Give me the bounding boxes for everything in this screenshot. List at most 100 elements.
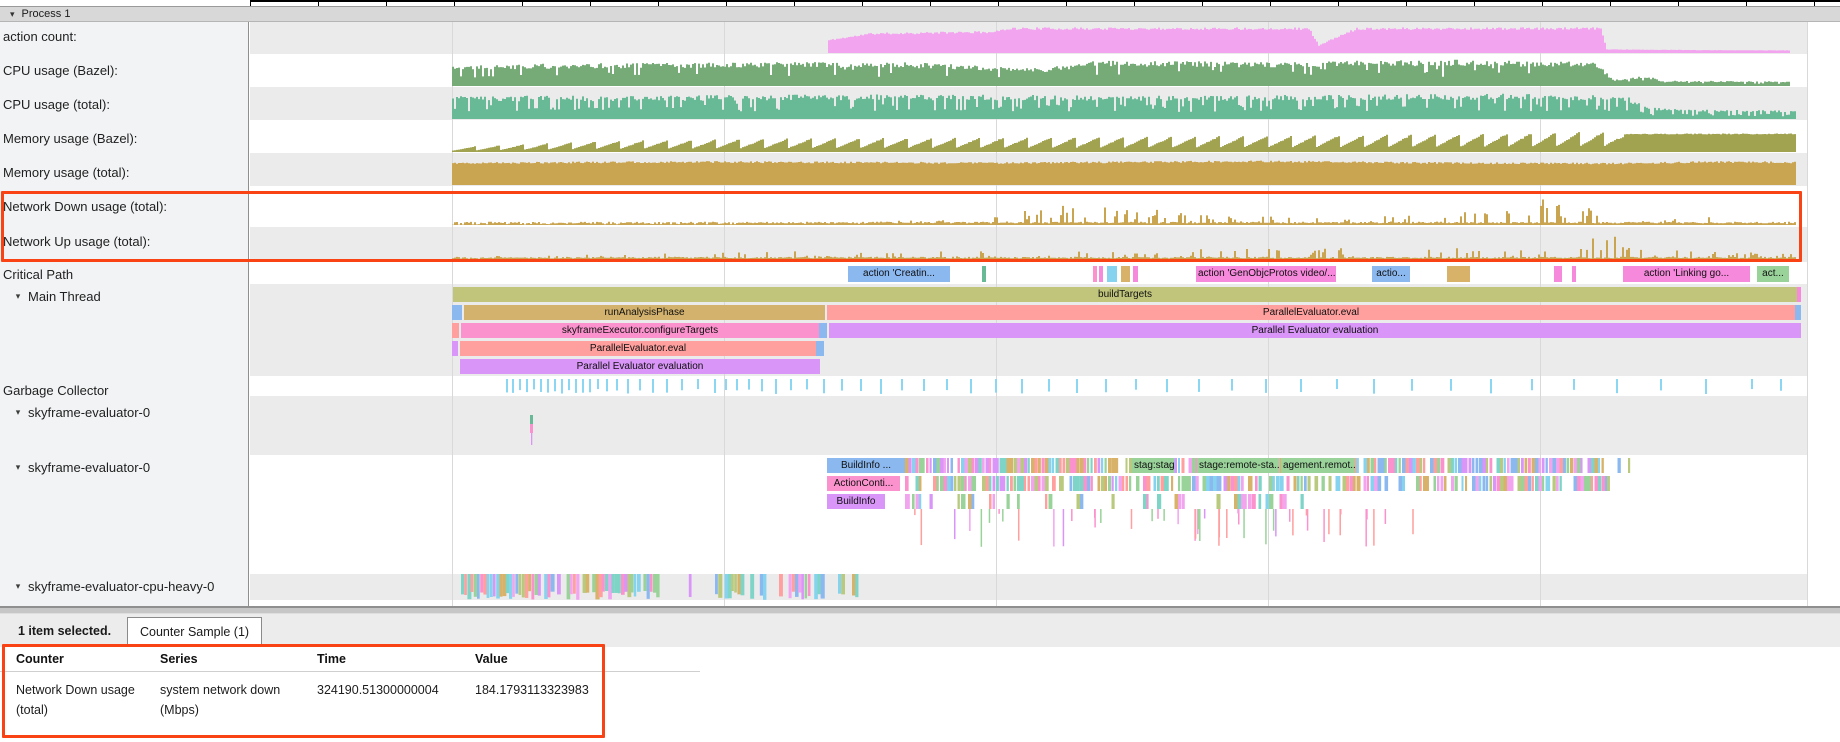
critical-path-slice[interactable]: action 'Creatin... (848, 266, 950, 282)
evaluator-slice (1091, 458, 1093, 473)
collapse-arrow-icon[interactable]: ▾ (8, 462, 28, 473)
cpu-heavy-slice (490, 574, 493, 597)
evaluator-slice (1252, 494, 1256, 509)
tab-counter-sample[interactable]: Counter Sample (1) (127, 617, 262, 647)
main-thread-slice[interactable] (452, 341, 458, 356)
evaluator-slice (1007, 476, 1009, 491)
evaluator-slice (1098, 458, 1101, 473)
evaluator-named-slice[interactable]: stag:stag... (1132, 458, 1174, 473)
collapse-arrow-icon[interactable]: ▾ (8, 407, 28, 418)
critical-path-slice[interactable]: actio... (1372, 266, 1410, 282)
collapse-arrow-icon[interactable]: ▾ (10, 9, 15, 20)
counter-series-mem_total[interactable] (452, 161, 1796, 185)
cpu-heavy-slice (715, 574, 718, 594)
sidebar-track-critical-path[interactable]: Critical Path (0, 265, 249, 283)
critical-path-slice[interactable]: action 'Linking go... (1623, 266, 1750, 282)
sidebar-track-skyframe-evaluator-0[interactable]: ▾skyframe-evaluator-0 (0, 403, 254, 421)
main-thread-slice[interactable]: ParallelEvaluator.eval (827, 305, 1795, 320)
main-thread-slice[interactable] (452, 323, 459, 338)
main-thread-slice[interactable]: skyframeExecutor.configureTargets (461, 323, 819, 338)
sidebar-track-main-thread[interactable]: ▾Main Thread (0, 287, 254, 305)
evaluator-slice (1602, 458, 1604, 473)
evaluator-slice (1182, 476, 1186, 491)
cpu-heavy-slice (586, 574, 589, 593)
evaluator-slice (979, 458, 982, 473)
evaluator-slice (1563, 458, 1566, 473)
sidebar-track-cpu-usage-total[interactable]: CPU usage (total): (0, 95, 249, 113)
main-thread-slice[interactable]: Parallel Evaluator evaluation (829, 323, 1801, 338)
evaluator-drip (1306, 509, 1308, 516)
sidebar-track-network-up-usage-total[interactable]: Network Up usage (total): (0, 232, 249, 250)
gc-tick (970, 379, 972, 393)
sidebar-track-action-count[interactable]: action count: (0, 27, 249, 45)
critical-path-slice[interactable] (982, 266, 986, 282)
collapse-arrow-icon[interactable]: ▾ (8, 291, 28, 302)
gc-tick (1573, 379, 1575, 390)
gc-tick (761, 379, 763, 391)
evaluator-named-slice[interactable]: BuildInfo (827, 494, 885, 509)
evaluator-slice (1441, 476, 1444, 491)
evaluator-slice (989, 476, 991, 491)
gc-tick (1048, 379, 1050, 392)
panel-divider[interactable] (0, 606, 1840, 614)
evaluator-slice (1315, 476, 1319, 491)
critical-path-slice[interactable] (1099, 266, 1103, 282)
main-thread-slice[interactable] (452, 305, 462, 320)
evaluator-slice (1007, 458, 1011, 473)
timeline-canvas[interactable] (0, 0, 1840, 606)
critical-path-slice[interactable]: action 'GenObjcProtos video/... (1196, 266, 1336, 282)
evaluator-slice (993, 494, 996, 509)
gc-tick (1705, 379, 1707, 394)
evaluator-slice (1042, 476, 1046, 491)
main-thread-slice[interactable] (819, 323, 827, 338)
critical-path-slice[interactable] (1447, 266, 1470, 282)
evaluator-named-slice[interactable]: ActionConti... (827, 476, 900, 491)
main-thread-slice[interactable]: runAnalysisPhase (464, 305, 825, 320)
process-header[interactable]: ▾ Process 1 (0, 6, 1840, 22)
evaluator-slice (909, 458, 912, 473)
gc-tick (606, 379, 608, 391)
sidebar-track-network-down-usage-total[interactable]: Network Down usage (total): (0, 197, 249, 215)
critical-path-slice[interactable]: act... (1757, 266, 1789, 282)
evaluator-slice (1304, 476, 1307, 491)
main-thread-slice[interactable] (1795, 305, 1801, 320)
sidebar-track-skyframe-evaluator-cpu-heavy-0[interactable]: ▾skyframe-evaluator-cpu-heavy-0 (0, 577, 254, 595)
evaluator-named-slice[interactable]: agement.remot... (1281, 458, 1355, 473)
cpu-heavy-slice (718, 574, 722, 598)
critical-path-slice[interactable] (1554, 266, 1562, 282)
evaluator-slice (1399, 458, 1401, 473)
critical-path-slice[interactable] (1107, 266, 1117, 282)
sidebar-track-cpu-usage-bazel[interactable]: CPU usage (Bazel): (0, 61, 249, 79)
evaluator-slice (1413, 458, 1416, 473)
evaluator-drip (1292, 509, 1294, 535)
cell-counter: Network Down usage (total) (16, 680, 160, 720)
cpu-heavy-slice (461, 574, 464, 594)
evaluator-drip (1198, 509, 1200, 529)
critical-path-slice[interactable] (1133, 266, 1138, 282)
main-thread-slice[interactable]: ParallelEvaluator.eval (460, 341, 816, 356)
evaluator-slice (1112, 494, 1115, 509)
critical-path-slice[interactable] (1121, 266, 1130, 282)
main-thread-slice[interactable]: buildTargets (453, 287, 1797, 302)
evaluator-drip (1243, 509, 1245, 538)
evaluator-slice (1546, 476, 1551, 491)
critical-path-slice[interactable] (1572, 266, 1576, 282)
evaluator-slice (1087, 458, 1089, 473)
track-name: skyframe-evaluator-0 (28, 405, 150, 420)
evaluator-slice (954, 476, 956, 491)
sidebar-track-skyframe-evaluator-0[interactable]: ▾skyframe-evaluator-0 (0, 458, 254, 476)
main-thread-slice[interactable] (816, 341, 824, 356)
main-thread-slice[interactable] (1797, 287, 1801, 302)
sidebar-track-garbage-collector[interactable]: Garbage Collector (0, 381, 249, 399)
evaluator-named-slice[interactable]: stage:remote-sta... (1197, 458, 1279, 473)
evaluator-drip (1373, 509, 1375, 546)
table-row[interactable]: Network Down usage (total) system networ… (0, 672, 700, 720)
sidebar-track-memory-usage-total[interactable]: Memory usage (total): (0, 163, 249, 181)
sidebar-track-memory-usage-bazel[interactable]: Memory usage (Bazel): (0, 129, 249, 147)
collapse-arrow-icon[interactable]: ▾ (8, 581, 28, 592)
evaluator-drip (1094, 509, 1096, 518)
main-thread-slice[interactable]: Parallel Evaluator evaluation (460, 359, 820, 374)
evaluator-slice (1420, 476, 1422, 491)
evaluator-named-slice[interactable]: BuildInfo ... (827, 458, 905, 473)
critical-path-slice[interactable] (1093, 266, 1097, 282)
